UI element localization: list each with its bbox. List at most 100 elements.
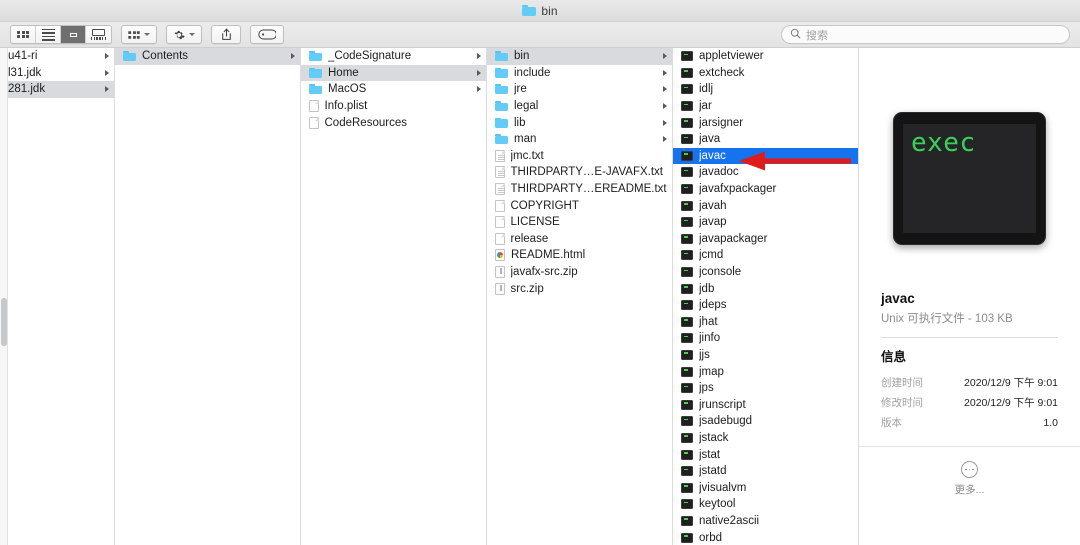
unix-executable-icon bbox=[681, 201, 693, 211]
unix-executable-icon bbox=[681, 84, 693, 94]
list-item[interactable]: native2ascii bbox=[673, 513, 858, 530]
share-icon bbox=[221, 28, 232, 41]
list-item[interactable]: jarsigner bbox=[673, 114, 858, 131]
list-item[interactable]: orbd bbox=[673, 529, 858, 545]
ellipsis-circle-icon bbox=[961, 461, 978, 478]
search-field[interactable]: 搜索 bbox=[781, 25, 1070, 44]
list-item[interactable]: javafx-src.zip bbox=[487, 264, 672, 281]
list-item-label: jre bbox=[514, 83, 657, 95]
list-item[interactable]: javadoc bbox=[673, 164, 858, 181]
list-item[interactable]: javafxpackager bbox=[673, 181, 858, 198]
icon-view-button[interactable] bbox=[11, 26, 36, 43]
list-item[interactable]: release bbox=[487, 231, 672, 248]
column-4[interactable]: appletviewerextcheckidljjarjarsignerjava… bbox=[673, 48, 859, 545]
list-item[interactable]: jmc.txt bbox=[487, 148, 672, 165]
left-scrollbar[interactable] bbox=[0, 48, 8, 545]
list-item[interactable]: javac bbox=[673, 148, 858, 165]
chevron-down-icon bbox=[144, 33, 150, 36]
list-item[interactable]: jcmd bbox=[673, 247, 858, 264]
folder-icon bbox=[522, 5, 536, 16]
list-item[interactable]: jar bbox=[673, 98, 858, 115]
list-item[interactable]: jstatd bbox=[673, 463, 858, 480]
list-item[interactable]: javapackager bbox=[673, 231, 858, 248]
share-button[interactable] bbox=[211, 25, 241, 44]
list-item-label: l31.jdk bbox=[8, 67, 99, 79]
list-item[interactable]: jps bbox=[673, 380, 858, 397]
list-item[interactable]: u41-ri bbox=[8, 48, 114, 65]
list-item[interactable]: jvisualvm bbox=[673, 479, 858, 496]
list-item[interactable]: src.zip bbox=[487, 280, 672, 297]
list-item[interactable]: jconsole bbox=[673, 264, 858, 281]
list-item-label: jmc.txt bbox=[511, 150, 668, 162]
list-item[interactable]: THIRDPARTY…E-JAVAFX.txt bbox=[487, 164, 672, 181]
window-title: bin bbox=[541, 4, 557, 18]
list-item[interactable]: jhat bbox=[673, 314, 858, 331]
list-item[interactable]: jrunscript bbox=[673, 396, 858, 413]
unix-executable-icon bbox=[681, 151, 693, 161]
list-item[interactable]: _CodeSignature bbox=[301, 48, 486, 65]
disclosure-arrow-icon bbox=[105, 53, 109, 59]
list-item[interactable]: jinfo bbox=[673, 330, 858, 347]
list-item[interactable]: COPYRIGHT bbox=[487, 197, 672, 214]
action-menu-button[interactable] bbox=[166, 25, 202, 44]
list-item[interactable]: appletviewer bbox=[673, 48, 858, 65]
unix-executable-icon bbox=[681, 433, 693, 443]
group-by-button[interactable] bbox=[121, 25, 157, 44]
folder-icon bbox=[309, 51, 322, 61]
list-item[interactable]: jmap bbox=[673, 363, 858, 380]
list-item[interactable]: LICENSE bbox=[487, 214, 672, 231]
document-icon bbox=[495, 200, 505, 212]
list-item-label: jstack bbox=[699, 432, 853, 444]
gallery-view-button[interactable] bbox=[86, 26, 111, 43]
list-item[interactable]: jsadebugd bbox=[673, 413, 858, 430]
list-item[interactable]: man bbox=[487, 131, 672, 148]
unix-executable-icon bbox=[681, 450, 693, 460]
list-item[interactable]: javap bbox=[673, 214, 858, 231]
column-0[interactable]: u41-ri l31.jdk 281.jdk bbox=[8, 48, 115, 545]
column-2[interactable]: _CodeSignatureHomeMacOSInfo.plistCodeRes… bbox=[301, 48, 487, 545]
list-item[interactable]: include bbox=[487, 65, 672, 82]
list-item[interactable]: jdeps bbox=[673, 297, 858, 314]
preview-more-button[interactable]: 更多... bbox=[955, 461, 985, 497]
list-item[interactable]: Home bbox=[301, 65, 486, 82]
list-item[interactable]: lib bbox=[487, 114, 672, 131]
list-item-label: jstat bbox=[699, 449, 853, 461]
list-item[interactable]: jdb bbox=[673, 280, 858, 297]
list-item[interactable]: l31.jdk bbox=[8, 65, 114, 82]
list-item-label: jcmd bbox=[699, 249, 853, 261]
list-item[interactable]: 281.jdk bbox=[8, 81, 114, 98]
list-item[interactable]: java bbox=[673, 131, 858, 148]
list-item-label: appletviewer bbox=[699, 50, 853, 62]
list-item[interactable]: jstack bbox=[673, 430, 858, 447]
list-item[interactable]: Contents bbox=[115, 48, 300, 65]
list-item[interactable]: CodeResources bbox=[301, 114, 486, 131]
left-scrollbar-thumb[interactable] bbox=[1, 298, 7, 346]
list-item[interactable]: Info.plist bbox=[301, 98, 486, 115]
list-item[interactable]: jjs bbox=[673, 347, 858, 364]
list-item[interactable]: javah bbox=[673, 197, 858, 214]
disclosure-arrow-icon bbox=[477, 70, 481, 76]
list-item[interactable]: extcheck bbox=[673, 65, 858, 82]
column-view-button[interactable] bbox=[61, 26, 86, 43]
list-item[interactable]: bin bbox=[487, 48, 672, 65]
list-item-label: LICENSE bbox=[511, 216, 668, 228]
tag-button[interactable] bbox=[250, 25, 284, 44]
text-document-icon bbox=[495, 183, 505, 195]
column-3[interactable]: binincludejre legallibman jmc.txt THIRDPART… bbox=[487, 48, 673, 545]
unix-executable-icon bbox=[681, 217, 693, 227]
list-item-label: THIRDPARTY…E-JAVAFX.txt bbox=[511, 166, 668, 178]
list-item[interactable]: jstat bbox=[673, 446, 858, 463]
list-item[interactable]: keytool bbox=[673, 496, 858, 513]
list-item[interactable]: jre bbox=[487, 81, 672, 98]
list-item[interactable]: MacOS bbox=[301, 81, 486, 98]
preview-info-key: 修改时间 bbox=[881, 395, 923, 410]
view-mode-segmented-control[interactable] bbox=[10, 25, 112, 44]
column-1[interactable]: Contents bbox=[115, 48, 301, 545]
list-item[interactable]: legal bbox=[487, 98, 672, 115]
list-item[interactable]: THIRDPARTY…EREADME.txt bbox=[487, 181, 672, 198]
list-item[interactable]: idlj bbox=[673, 81, 858, 98]
disclosure-arrow-icon bbox=[663, 103, 667, 109]
unix-executable-icon bbox=[681, 483, 693, 493]
list-item[interactable]: README.html bbox=[487, 247, 672, 264]
list-view-button[interactable] bbox=[36, 26, 61, 43]
